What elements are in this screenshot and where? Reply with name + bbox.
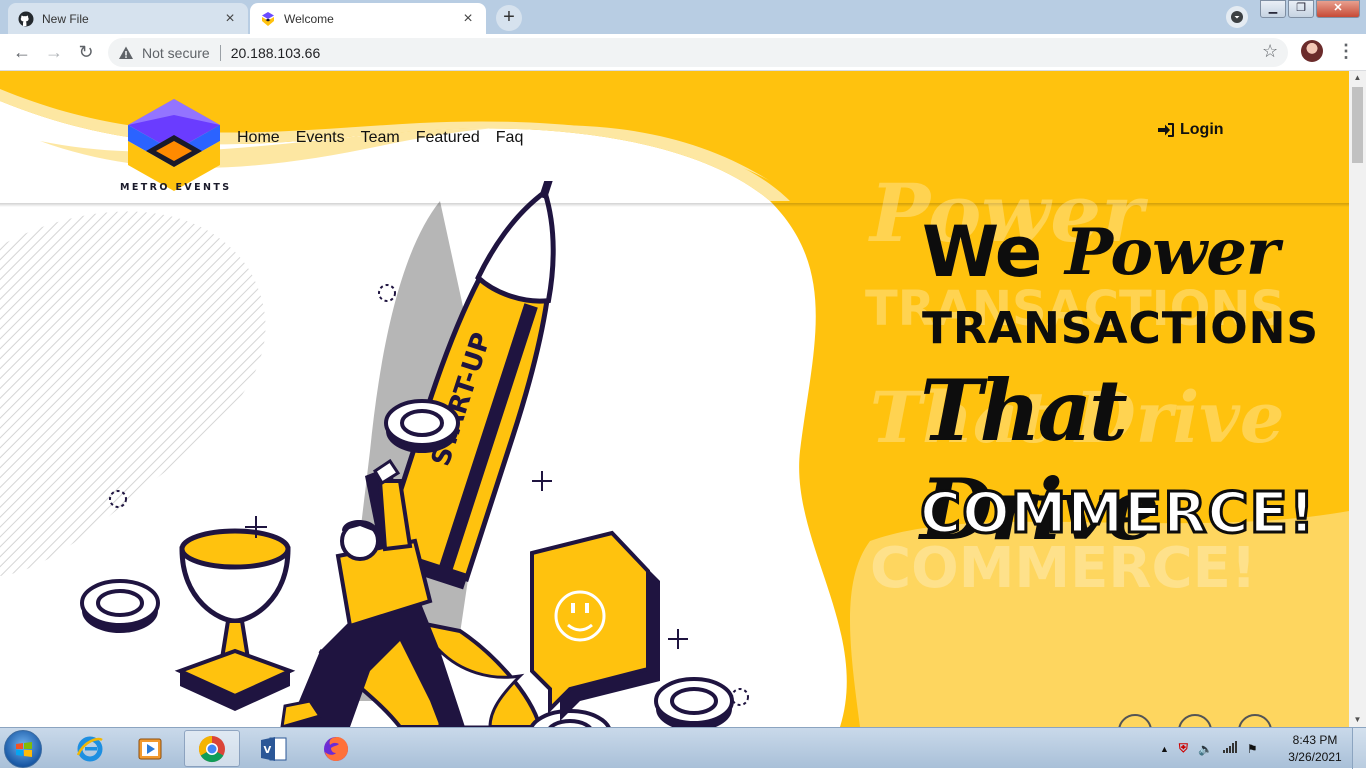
tab-strip: New File × Welcome × + ▁ ❐ ✕ [0, 0, 1366, 34]
coin-icon [654, 677, 734, 727]
internet-explorer-icon[interactable] [62, 730, 118, 767]
site-header: METRO EVENTS Home Events Team Featured F… [0, 71, 1349, 204]
window-controls: ▁ ❐ ✕ [1260, 0, 1360, 18]
bookmark-star-icon[interactable]: ☆ [1262, 41, 1278, 62]
menu-kebab-icon[interactable]: ⋮ [1337, 40, 1355, 62]
show-hidden-icons-icon[interactable]: ▲ [1160, 744, 1169, 754]
nav-team[interactable]: Team [361, 129, 400, 147]
security-label: Not secure [142, 44, 210, 61]
address-bar[interactable]: Not secure 20.188.103.66 [108, 38, 1288, 67]
firefox-icon[interactable] [308, 730, 364, 767]
headline-power: Power [1065, 215, 1280, 290]
volume-icon[interactable]: 🔈 [1198, 742, 1213, 756]
tab-title: Welcome [284, 11, 334, 26]
nav-faq[interactable]: Faq [496, 129, 524, 147]
headline-transactions: TRANSACTIONS [922, 303, 1320, 354]
close-tab-icon[interactable]: × [222, 10, 238, 27]
start-button[interactable] [4, 730, 42, 768]
show-desktop-button[interactable] [1352, 728, 1366, 769]
clock-time: 8:43 PM [1292, 733, 1338, 747]
security-alert-icon[interactable]: ⛨ [1179, 741, 1188, 756]
nav-home[interactable]: Home [237, 129, 280, 147]
nav-events[interactable]: Events [296, 129, 345, 147]
coin-icon [80, 579, 160, 633]
system-clock[interactable]: 8:43 PM 3/26/2021 [1280, 732, 1350, 766]
new-tab-button[interactable]: + [496, 5, 522, 31]
chrome-icon[interactable] [184, 730, 240, 767]
nav-featured[interactable]: Featured [416, 129, 480, 147]
tab-new-file[interactable]: New File × [8, 3, 248, 34]
tab-title: New File [42, 11, 89, 26]
warning-icon [119, 46, 133, 59]
sign-in-icon [1158, 123, 1174, 137]
reload-icon[interactable]: ↻ [74, 41, 98, 65]
tab-welcome[interactable]: Welcome × [250, 3, 486, 34]
minimize-button[interactable]: ▁ [1260, 0, 1286, 18]
forward-arrow-icon[interactable]: → [42, 41, 66, 65]
action-center-flag-icon[interactable]: ⚑ [1247, 742, 1258, 756]
github-icon [18, 11, 34, 27]
system-tray: ▲ ⛨ 🔈 ⚑ [1160, 728, 1258, 769]
back-arrow-icon[interactable]: ← [10, 41, 34, 65]
login-button[interactable]: Login [1158, 121, 1224, 139]
url-text: 20.188.103.66 [230, 44, 321, 61]
page-scrollbar[interactable]: ▲ ▼ [1349, 71, 1366, 727]
headline-we: We [922, 211, 1042, 293]
login-label: Login [1180, 121, 1224, 138]
metro-events-logo[interactable] [118, 95, 230, 195]
brand-name: METRO EVENTS [120, 182, 232, 193]
svg-text:V: V [264, 745, 272, 756]
visio-icon[interactable]: V [246, 730, 302, 767]
metro-events-favicon [260, 11, 276, 27]
maximize-button[interactable]: ❐ [1288, 0, 1314, 18]
smiley-chat-bubble-icon [530, 530, 660, 721]
divider [219, 44, 221, 61]
profile-avatar[interactable] [1301, 40, 1323, 62]
scrollbar-thumb[interactable] [1352, 87, 1363, 163]
media-player-icon[interactable] [122, 730, 178, 767]
startup-rocket-illustration: START-UP [80, 181, 749, 727]
close-window-button[interactable]: ✕ [1316, 0, 1360, 18]
header-shadow [0, 203, 1349, 207]
windows-taskbar: V ▲ ⛨ 🔈 ⚑ 8:43 PM 3/26/2021 [0, 727, 1366, 769]
page-viewport: START-UP METRO EVENTS Home Events Team F… [0, 71, 1349, 727]
headline-commerce: COMMERCE! [918, 480, 1316, 548]
close-tab-icon[interactable]: × [460, 10, 476, 27]
main-nav: Home Events Team Featured Faq [237, 129, 523, 147]
browser-toolbar: ← → ↻ Not secure 20.188.103.66 ☆ ⋮ [0, 34, 1366, 71]
network-signal-icon[interactable] [1222, 741, 1237, 756]
windows-logo-icon [16, 742, 32, 757]
scroll-down-arrow-icon[interactable]: ▼ [1349, 713, 1366, 727]
clock-date: 3/26/2021 [1288, 750, 1342, 764]
scroll-up-arrow-icon[interactable]: ▲ [1349, 71, 1366, 85]
tab-search-icon[interactable] [1226, 6, 1248, 28]
coin-icon [384, 399, 460, 453]
